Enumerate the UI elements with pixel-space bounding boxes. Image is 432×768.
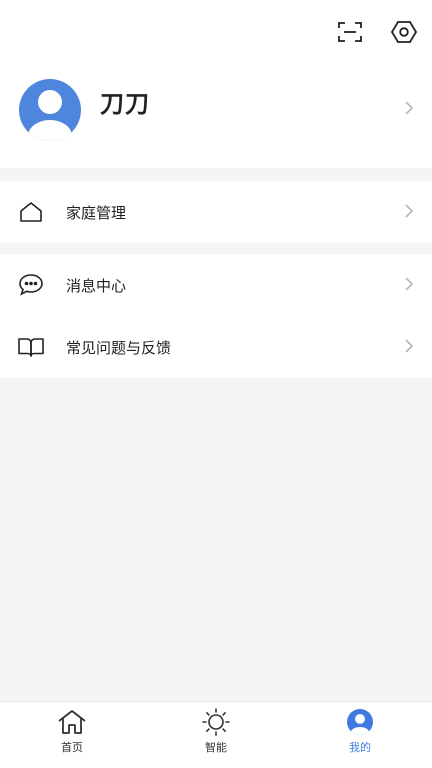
tab-smart[interactable]: 智能 [144,702,288,768]
book-icon [18,334,44,360]
tab-label: 我的 [349,741,371,754]
chevron-right-icon [404,203,414,223]
header-actions [336,18,418,46]
menu-item-home-management[interactable]: 家庭管理 [0,181,432,243]
user-profile[interactable]: 刀刀 [0,78,432,142]
scan-icon[interactable] [336,18,364,46]
profile-header: 刀刀 [0,0,432,168]
menu-label: 消息中心 [66,276,127,295]
avatar[interactable] [18,78,82,142]
chevron-right-icon [404,100,414,120]
user-name: 刀刀 [100,89,150,118]
sun-icon [201,708,231,736]
tab-home[interactable]: 首页 [0,702,144,768]
chat-bubble-icon [18,272,44,298]
menu-label: 家庭管理 [66,203,127,222]
house-icon [18,199,44,225]
tab-label: 首页 [61,741,83,754]
menu-label: 常见问题与反馈 [66,338,172,357]
menu-item-message-center[interactable]: 消息中心 [0,254,432,316]
chevron-right-icon [404,338,414,358]
home-section: 家庭管理 [0,181,432,243]
support-section: 消息中心 常见问题与反馈 [0,254,432,378]
settings-icon[interactable] [390,18,418,46]
tab-mine[interactable]: 我的 [288,702,432,768]
user-icon [345,708,375,736]
chevron-right-icon [404,276,414,296]
home-icon [57,708,87,736]
menu-item-faq-feedback[interactable]: 常见问题与反馈 [0,316,432,378]
tab-label: 智能 [205,741,227,754]
bottom-tab-bar: 首页 智能 我的 [0,701,432,768]
